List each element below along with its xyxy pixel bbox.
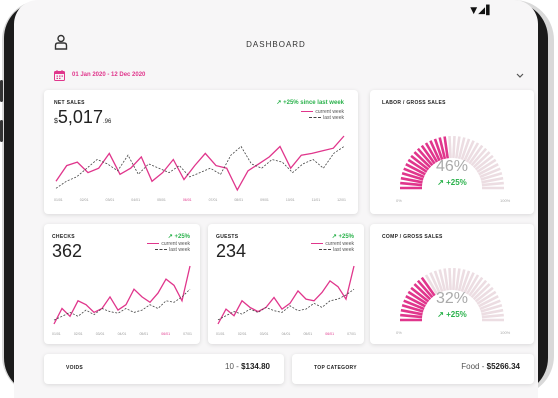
gauge-max-label: 100% <box>500 198 511 203</box>
x-axis-labels: 01/01 02/01 03/01 04/01 05/01 06/01 07/01 08/01… <box>54 198 346 202</box>
card-title: LABOR / GROSS SALES <box>382 100 446 106</box>
header: DASHBOARD <box>14 22 538 62</box>
gauge-segment <box>448 136 452 159</box>
net-sales-card[interactable]: NET SALES $5,017.96 ↗ +25% since last we… <box>44 90 358 214</box>
x-tick-label: 11/01 <box>311 198 321 202</box>
delta-badge: ↗ +25% <box>167 234 190 240</box>
gauge-max-label: 100% <box>500 330 511 335</box>
x-tick-label: 02/01 <box>79 198 89 202</box>
x-tick-label: 04/01 <box>281 332 291 336</box>
chevron-down-icon[interactable] <box>516 73 524 79</box>
volume-button <box>0 80 3 102</box>
x-tick-label: 05/01 <box>303 332 313 336</box>
voids-card[interactable]: VOIDS 10 - $134.80 <box>44 354 284 384</box>
x-tick-label: 05/01 <box>157 198 166 202</box>
current-week-line <box>55 135 345 192</box>
x-tick-label: 05/01 <box>139 332 149 336</box>
gauge-segment <box>452 136 456 159</box>
top-category-label: TOP CATEGORY <box>314 365 357 371</box>
x-tick-label: 06/01 <box>182 198 192 202</box>
gauge-delta: ↗ +25% <box>437 310 467 319</box>
checks-card[interactable]: CHECKS 362 ↗ +25% current week last week… <box>44 224 200 344</box>
x-tick-label: 03/01 <box>105 198 115 202</box>
gauge-segment <box>400 181 423 187</box>
delta-badge: ↗ +25% <box>331 234 354 240</box>
last-week-line <box>217 288 355 321</box>
gauge-min-label: 0% <box>396 330 402 335</box>
card-title: NET SALES <box>54 100 85 106</box>
x-tick-label: 04/01 <box>131 198 141 202</box>
current-week-line <box>217 265 355 325</box>
checks-value: 362 <box>52 241 83 261</box>
gauge-segment <box>448 268 452 291</box>
card-title: CHECKS <box>52 234 75 240</box>
card-title: COMP / GROSS SALES <box>382 234 443 240</box>
x-tick-label: 09/01 <box>260 198 269 202</box>
gauge-min-label: 0% <box>396 198 402 203</box>
x-tick-label: 06/01 <box>161 332 171 336</box>
chart-legend: current week last week <box>301 109 344 121</box>
voids-label: VOIDS <box>66 365 84 371</box>
x-tick-label: 03/01 <box>95 332 105 336</box>
last-week-line <box>53 288 191 321</box>
voids-value: 10 - $134.80 <box>225 362 270 371</box>
volume-button <box>0 120 3 142</box>
chart-legend: current week last week <box>147 241 190 253</box>
guests-line-chart <box>217 265 355 325</box>
gauge-segment <box>481 313 504 319</box>
x-tick-label: 07/01 <box>183 332 192 336</box>
chart-legend: current week last week <box>311 241 354 253</box>
current-week-line <box>53 265 191 325</box>
x-tick-label: 02/01 <box>237 332 247 336</box>
x-tick-label: 01/01 <box>216 332 225 336</box>
comp-gross-sales-card[interactable]: COMP / GROSS SALES 32% ↗ +25% 0% 100% <box>370 224 534 344</box>
x-tick-label: 06/01 <box>325 332 335 336</box>
screen: ▼◢▌ DASHBOARD 01 Jan 2020 - 12 Dec 2020 … <box>14 0 538 398</box>
gauge-segment <box>400 313 423 319</box>
x-tick-label: 10/01 <box>285 198 295 202</box>
page-title: DASHBOARD <box>246 40 306 49</box>
gauge-segment <box>481 181 504 187</box>
x-tick-label: 08/01 <box>234 198 244 202</box>
gauge-segment <box>452 268 456 291</box>
status-bar-icons: ▼◢▌ <box>470 6 494 16</box>
delta-badge: ↗ +25% since last week <box>276 100 344 106</box>
x-tick-label: 07/01 <box>347 332 356 336</box>
x-tick-label: 03/01 <box>259 332 269 336</box>
checks-line-chart <box>53 265 191 325</box>
x-tick-label: 12/01 <box>337 198 346 202</box>
date-range-label: 01 Jan 2020 - 12 Dec 2020 <box>72 72 146 78</box>
net-sales-line-chart <box>55 135 345 192</box>
gauge-percent: 46% <box>435 158 469 175</box>
top-category-value: Food - $5266.34 <box>461 362 520 371</box>
x-axis-labels: 01/01 02/01 03/01 04/01 05/01 06/01 07/01 <box>52 332 192 336</box>
top-category-card[interactable]: TOP CATEGORY Food - $5266.34 <box>292 354 534 384</box>
card-title: GUESTS <box>216 234 239 240</box>
guests-card[interactable]: GUESTS 234 ↗ +25% current week last week… <box>208 224 364 344</box>
net-sales-value: $5,017.96 <box>54 107 112 127</box>
x-tick-label: 01/01 <box>52 332 61 336</box>
x-tick-label: 02/01 <box>73 332 83 336</box>
x-axis-labels: 01/01 02/01 03/01 04/01 05/01 06/01 07/01 <box>216 332 356 336</box>
gauge-delta: ↗ +25% <box>437 178 467 187</box>
x-tick-label: 04/01 <box>117 332 127 336</box>
x-tick-label: 01/01 <box>54 198 63 202</box>
date-range-selector[interactable]: 01 Jan 2020 - 12 Dec 2020 <box>54 70 524 84</box>
labor-gross-sales-card[interactable]: LABOR / GROSS SALES 46% ↗ +25% 0% 100% <box>370 90 534 214</box>
guests-value: 234 <box>216 241 247 261</box>
gauge-percent: 32% <box>435 290 469 307</box>
x-tick-label: 07/01 <box>208 198 218 202</box>
calendar-icon <box>54 70 65 81</box>
